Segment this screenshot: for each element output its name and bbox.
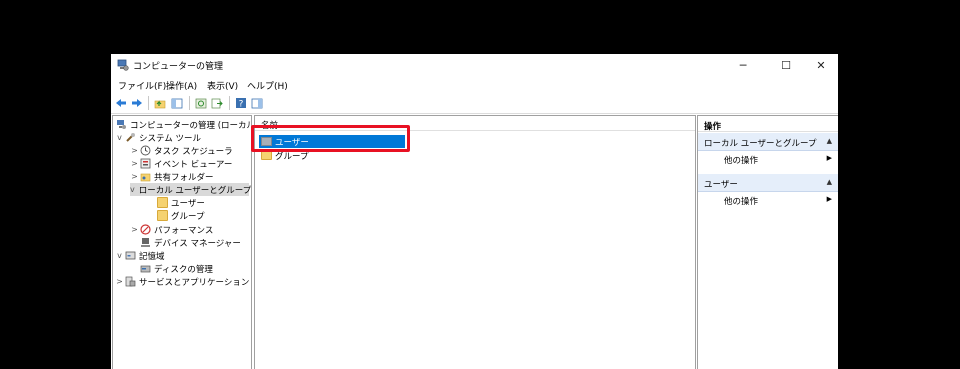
tree-item-disk-management[interactable]: ディスクの管理 bbox=[139, 262, 213, 275]
clock-icon bbox=[140, 145, 151, 156]
collapse-up-arrow-icon[interactable]: ▲ bbox=[827, 137, 832, 145]
toolbar-separator bbox=[148, 96, 149, 110]
device-manager-icon bbox=[141, 238, 150, 247]
tree-item-performance[interactable]: > パフォーマンス bbox=[130, 223, 213, 236]
up-folder-icon[interactable] bbox=[153, 96, 167, 110]
tree-item-label: ユーザー bbox=[171, 198, 205, 209]
expand-chevron-icon[interactable]: > bbox=[130, 225, 139, 234]
menu-view[interactable]: 表示(V) bbox=[207, 79, 238, 92]
storage-icon bbox=[125, 251, 136, 260]
collapse-chevron-icon[interactable]: v bbox=[115, 133, 124, 142]
tree-item-users[interactable]: ユーザー bbox=[156, 196, 205, 209]
folder-icon bbox=[261, 151, 272, 160]
actions-section-label: ローカル ユーザーとグループ bbox=[704, 139, 817, 149]
services-icon bbox=[125, 276, 136, 287]
tree-item-label: タスク スケジューラ bbox=[154, 146, 233, 157]
collapse-up-arrow-icon[interactable]: ▲ bbox=[827, 178, 832, 186]
results-list: 名前 ユーザー グループ bbox=[254, 115, 696, 369]
title-bar: コンピューターの管理 ─ ☐ ✕ bbox=[111, 54, 838, 76]
tree-item-shared-folders[interactable]: > 共有フォルダー bbox=[130, 170, 214, 183]
tree-item-label: イベント ビューアー bbox=[154, 159, 233, 170]
actions-pane-title: 操作 bbox=[698, 116, 838, 132]
tree-item-label: グループ bbox=[171, 211, 205, 222]
tree-item-label: ディスクの管理 bbox=[154, 264, 213, 275]
collapse-chevron-icon[interactable]: v bbox=[115, 251, 124, 260]
folder-icon bbox=[157, 197, 168, 208]
collapse-chevron-icon[interactable]: v bbox=[130, 185, 135, 194]
expand-chevron-icon[interactable]: > bbox=[130, 159, 139, 168]
tree-item-label: 記憶域 bbox=[139, 251, 165, 262]
tree-item-storage[interactable]: v 記憶域 bbox=[115, 249, 165, 262]
computer-management-window: コンピューターの管理 ─ ☐ ✕ ファイル(F) 操作(A) 表示(V) ヘルプ… bbox=[111, 54, 838, 369]
submenu-arrow-icon: ▶ bbox=[826, 154, 832, 162]
menu-action[interactable]: 操作(A) bbox=[166, 79, 197, 92]
action-item-label: 他の操作 bbox=[724, 197, 759, 207]
tree-item-task-scheduler[interactable]: > タスク スケジューラ bbox=[130, 144, 233, 157]
tree-item-label: サービスとアプリケーション bbox=[139, 277, 250, 288]
computer-management-icon bbox=[117, 120, 126, 129]
toolbar-separator bbox=[189, 96, 190, 110]
actions-section-users[interactable]: ユーザー ▲ bbox=[698, 174, 838, 192]
performance-icon bbox=[140, 224, 151, 235]
tree-item-event-viewer[interactable]: > イベント ビューアー bbox=[130, 157, 232, 170]
show-action-pane-icon[interactable] bbox=[250, 96, 264, 110]
actions-pane: 操作 ローカル ユーザーとグループ ▲ 他の操作 ▶ ユーザー ▲ 他の操作 ▶ bbox=[697, 115, 838, 369]
toolbar: ? bbox=[111, 93, 838, 114]
action-more-actions-2[interactable]: 他の操作 ▶ bbox=[698, 193, 838, 207]
toolbar-separator bbox=[229, 96, 230, 110]
shared-folder-icon bbox=[140, 173, 151, 182]
maximize-button[interactable]: ☐ bbox=[767, 54, 805, 76]
tree-item-groups[interactable]: グループ bbox=[156, 209, 205, 222]
event-viewer-icon bbox=[140, 158, 151, 169]
red-highlight-box bbox=[251, 125, 410, 152]
tree-item-computer-management[interactable]: コンピューターの管理 (ローカル) bbox=[115, 118, 252, 131]
console-tree: コンピューターの管理 (ローカル) v システム ツール > タスク スケジュー… bbox=[112, 115, 252, 369]
menu-file[interactable]: ファイル(F) bbox=[118, 79, 166, 92]
tree-item-label: 共有フォルダー bbox=[154, 172, 214, 183]
show-tree-icon[interactable] bbox=[170, 96, 184, 110]
tree-item-device-manager[interactable]: デバイス マネージャー bbox=[139, 236, 241, 249]
expand-chevron-icon[interactable]: > bbox=[130, 172, 139, 181]
action-item-label: 他の操作 bbox=[724, 156, 759, 166]
computer-management-icon bbox=[117, 59, 129, 71]
submenu-arrow-icon: ▶ bbox=[826, 195, 832, 203]
tree-item-services-applications[interactable]: > サービスとアプリケーション bbox=[115, 275, 249, 288]
action-more-actions-1[interactable]: 他の操作 ▶ bbox=[698, 152, 838, 166]
tree-item-label: システム ツール bbox=[139, 133, 201, 144]
folder-icon bbox=[157, 210, 168, 221]
menu-bar: ファイル(F) 操作(A) 表示(V) ヘルプ(H) bbox=[111, 76, 838, 93]
disk-icon bbox=[140, 265, 151, 273]
expand-chevron-icon[interactable]: > bbox=[130, 146, 139, 155]
export-list-icon[interactable] bbox=[210, 96, 224, 110]
actions-section-local-users-groups[interactable]: ローカル ユーザーとグループ ▲ bbox=[698, 133, 838, 151]
tools-icon bbox=[126, 133, 135, 142]
menu-help[interactable]: ヘルプ(H) bbox=[247, 79, 288, 92]
expand-chevron-icon[interactable]: > bbox=[115, 277, 124, 286]
tree-item-label: コンピューターの管理 (ローカル) bbox=[130, 120, 252, 131]
help-icon[interactable]: ? bbox=[234, 96, 248, 110]
tree-item-system-tools[interactable]: v システム ツール bbox=[115, 131, 201, 144]
tree-item-label: デバイス マネージャー bbox=[154, 238, 241, 249]
minimize-button[interactable]: ─ bbox=[724, 54, 762, 76]
tree-item-local-users-groups[interactable]: v ローカル ユーザーとグループ bbox=[130, 183, 252, 196]
tree-item-label: パフォーマンス bbox=[154, 225, 214, 236]
close-button[interactable]: ✕ bbox=[802, 54, 838, 76]
actions-section-label: ユーザー bbox=[704, 180, 738, 190]
svg-text:?: ? bbox=[239, 100, 244, 110]
tree-item-label: ローカル ユーザーとグループ bbox=[138, 185, 252, 196]
refresh-icon[interactable] bbox=[194, 96, 208, 110]
forward-arrow-icon[interactable] bbox=[130, 96, 144, 110]
window-title: コンピューターの管理 bbox=[133, 62, 224, 72]
back-arrow-icon[interactable] bbox=[114, 96, 128, 110]
